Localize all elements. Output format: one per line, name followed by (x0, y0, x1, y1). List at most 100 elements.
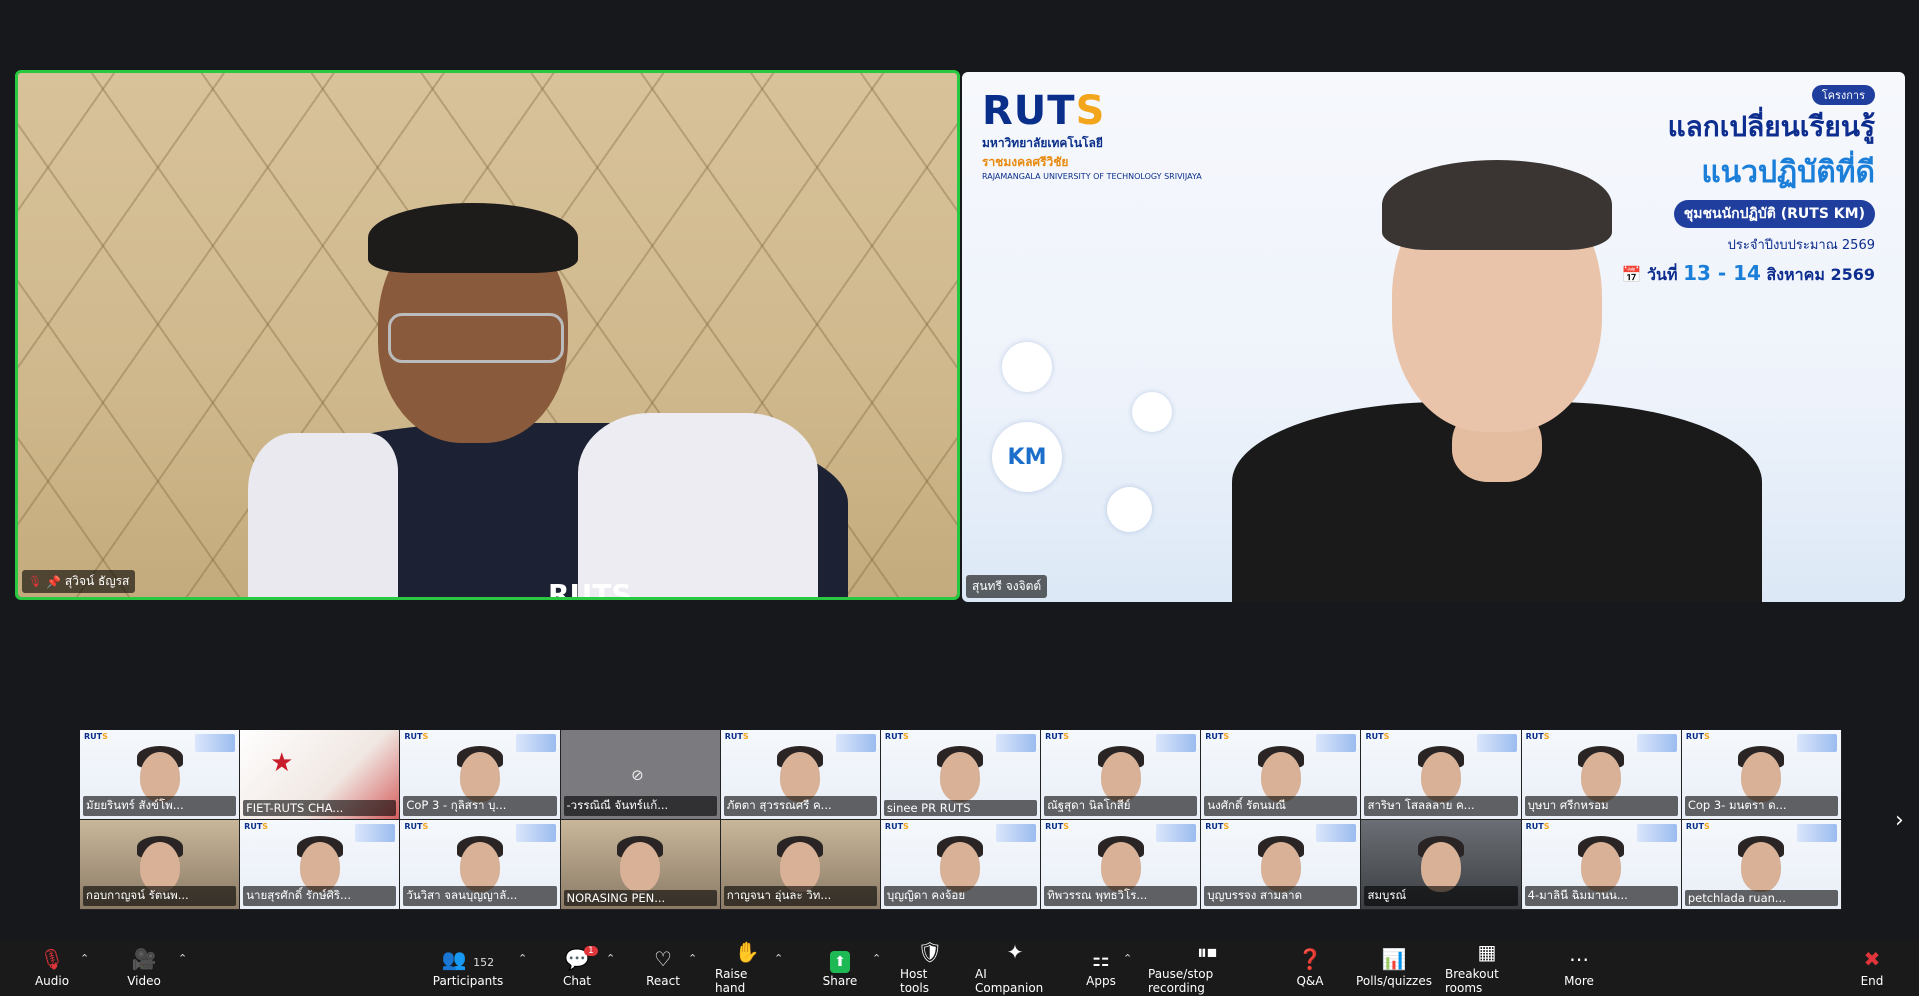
participant-name: มัยยรินทร์ สังข์โพ... (83, 796, 237, 816)
participant-name: นงศักดิ์ รัตนมณี (1204, 796, 1358, 816)
participant-thumbnail[interactable]: RUTS🎙 ณัฐสุดา นิลโกสีย์ (1041, 730, 1202, 820)
more-button[interactable]: ⋯ More (1563, 940, 1595, 996)
ai-companion-label: AI Companion (975, 967, 1044, 995)
glasses (388, 313, 564, 363)
pin-icon: 📌 (45, 574, 61, 589)
ruts-mini-logo: RUTS (1685, 732, 1710, 741)
host-tools-button[interactable]: 🛡 Host tools (900, 940, 960, 996)
participant-thumbnail[interactable]: RUTS🎙 นงศักดิ์ รัตนมณี (1201, 730, 1362, 820)
participant-thumbnail[interactable]: RUTS🎙 Cop 3- มนตรา ด... (1681, 730, 1842, 820)
chart-icon (1107, 487, 1152, 532)
ruts-mini-logo: RUTS (1525, 822, 1550, 831)
participant-face (1260, 842, 1301, 892)
participant-thumbnail[interactable]: RUTS🎙 4-มาลินี ฉิมมานน... (1521, 820, 1682, 910)
participant-thumbnail[interactable]: 🎙 กอบกาญจน์ รัตนพ... (80, 820, 241, 910)
shirt-logo: RUTS (548, 578, 632, 600)
km-badge: KM (992, 422, 1062, 492)
chat-icon (1132, 392, 1172, 432)
audio-button[interactable]: 🎙 Audio (30, 940, 74, 996)
participant-thumbnail[interactable]: RUTS🎙 มัยยรินทร์ สังข์โพ... (80, 730, 241, 820)
participant-thumbnail[interactable]: RUTS🎙 CoP 3 - กุลิสรา บุ... (400, 730, 561, 820)
participant-name: CoP 3 - กุลิสรา บุ... (403, 796, 557, 816)
video-tile-speaker-2[interactable]: RUTS มหาวิทยาลัยเทคโนโลยี ราชมงคลศรีวิชั… (962, 72, 1905, 602)
participant-name-tag: 🎙 📌 สุวิจน์ ธัญรส (22, 570, 136, 593)
sparkle-icon: ✦ (1006, 940, 1024, 964)
chevron-up-icon[interactable]: ⌃ (606, 952, 615, 965)
mini-banner (835, 734, 876, 752)
participant-thumbnail[interactable]: RUTS🎙 นายสุรศักดิ์ รักษ์ศิริ... (240, 820, 401, 910)
ruts-logo: RUTS มหาวิทยาลัยเทคโนโลยี ราชมงคลศรีวิชั… (982, 88, 1202, 181)
ruts-mini-logo: RUTS (1685, 822, 1710, 831)
participant-thumbnail[interactable]: RUTS🎙 บุษบา ศรีกหรอม (1521, 730, 1682, 820)
close-icon: ✖ (1863, 947, 1881, 971)
participant-face (780, 842, 821, 892)
banner-tag: โครงการ (1811, 85, 1875, 105)
participants-label: Participants (432, 974, 504, 988)
mini-banner (996, 824, 1037, 842)
participant-thumbnail[interactable]: 🎙 สมบูรณ์ (1361, 820, 1522, 910)
chevron-up-icon[interactable]: ⌃ (774, 952, 783, 965)
ruts-mini-logo: RUTS (404, 732, 429, 741)
apps-button[interactable]: ⚏ Apps (1085, 940, 1117, 996)
video-button[interactable]: 🎥 Video (122, 940, 166, 996)
banner-line-4: ประจำปีงบประมาณ 2569 (1727, 238, 1875, 253)
breakout-rooms-button[interactable]: ▦ Breakout rooms (1445, 940, 1529, 996)
participant-face (1741, 842, 1782, 892)
chevron-up-icon[interactable]: ⌃ (1123, 952, 1132, 965)
participant-thumbnail[interactable]: ★🎙 FIET-RUTS CHA... (240, 730, 401, 820)
chevron-up-icon[interactable]: ⌃ (178, 952, 187, 965)
raise-hand-label: Raise hand (715, 967, 748, 995)
participant-thumbnail[interactable]: RUTS🎙 ทิพวรรณ พุทธวิโร... (1041, 820, 1202, 910)
camera-off-icon: ⊘ (631, 766, 644, 784)
participant-name: sinee PR RUTS (883, 800, 1038, 816)
chevron-up-icon[interactable]: ⌃ (518, 952, 527, 965)
people-icon (1002, 342, 1052, 392)
participant-face (1741, 752, 1782, 802)
participant-face (139, 842, 180, 892)
scarf (578, 413, 818, 597)
participant-thumbnail[interactable]: 🎙 กาญจนา อุ่นละ วิท... (720, 820, 881, 910)
participant-thumbnail[interactable]: RUTS🎙 petchlada ruan... (1681, 820, 1842, 910)
participant-name: สาริษา โสลลลาย ค... (1364, 796, 1518, 816)
chevron-up-icon[interactable]: ⌃ (688, 952, 697, 965)
polls-button[interactable]: 📊 Polls/quizzes (1356, 940, 1432, 996)
chevron-up-icon[interactable]: ⌃ (80, 952, 89, 965)
end-button[interactable]: ✖ End (1860, 940, 1884, 996)
mini-banner (1156, 734, 1197, 752)
participant-thumbnail[interactable]: RUTS🎙 สาริษา โสลลลาย ค... (1361, 730, 1522, 820)
end-label: End (1860, 974, 1884, 988)
qa-label: Q&A (1296, 974, 1324, 988)
mini-banner (515, 734, 556, 752)
recording-button[interactable]: ⏸⏹ Pause/stop recording (1148, 940, 1266, 996)
ai-companion-button[interactable]: ✦ AI Companion (975, 940, 1055, 996)
share-arrow-icon: ⬆ (830, 948, 850, 974)
participant-thumbnail[interactable]: RUTS🎙 ภัตตา สุวรรณศรี ค... (720, 730, 881, 820)
participant-thumbnail[interactable]: RUTS🎙 บุญญิดา คงจ้อย (880, 820, 1042, 910)
react-button[interactable]: ♡ React (645, 940, 681, 996)
mini-banner (1476, 734, 1517, 752)
banner-line-2: แนวปฏิบัติที่ดี (1701, 155, 1875, 190)
chevron-right-icon[interactable]: › (1895, 808, 1904, 833)
participant-thumbnail[interactable]: RUTS🎙 วันวิสา จลนบุญญาลั... (400, 820, 561, 910)
raise-hand-button[interactable]: ✋ Raise hand (715, 940, 779, 996)
question-icon: ❓ (1297, 947, 1323, 971)
participant-face (299, 842, 340, 892)
chevron-up-icon[interactable]: ⌃ (872, 952, 881, 965)
mini-banner (1797, 824, 1837, 842)
participant-thumbnail[interactable]: 🎙 NORASING PEN... (560, 820, 721, 910)
ruts-mini-logo: RUTS (84, 732, 108, 741)
video-tile-speaker-1[interactable]: RUTS 🎙 📌 สุวิจน์ ธัญรส (15, 70, 960, 600)
ruts-mini-logo: RUTS (884, 732, 909, 741)
participant-thumbnail[interactable]: RUTS🎙 บุญบรรจง สามลาด (1201, 820, 1362, 910)
share-button[interactable]: ⬆ Share (820, 940, 860, 996)
participants-button[interactable]: 👥 152 Participants (430, 940, 506, 996)
participant-thumbnail[interactable]: RUTS🎙 sinee PR RUTS (880, 730, 1042, 820)
video-label: Video (127, 974, 161, 988)
ruts-mini-logo: RUTS (1205, 732, 1230, 741)
participant-thumbnail[interactable]: ⊘🎙 -วรรณิณี จันทร์แก้... (560, 730, 721, 820)
grid-icon: ▦ (1477, 940, 1497, 964)
qa-button[interactable]: ❓ Q&A (1296, 940, 1324, 996)
meeting-toolbar: 🎙 Audio ⌃ 🎥 Video ⌃ 👥 152 Participants ⌃… (0, 940, 1919, 996)
participant-face (1421, 842, 1462, 892)
audio-label: Audio (34, 974, 70, 988)
